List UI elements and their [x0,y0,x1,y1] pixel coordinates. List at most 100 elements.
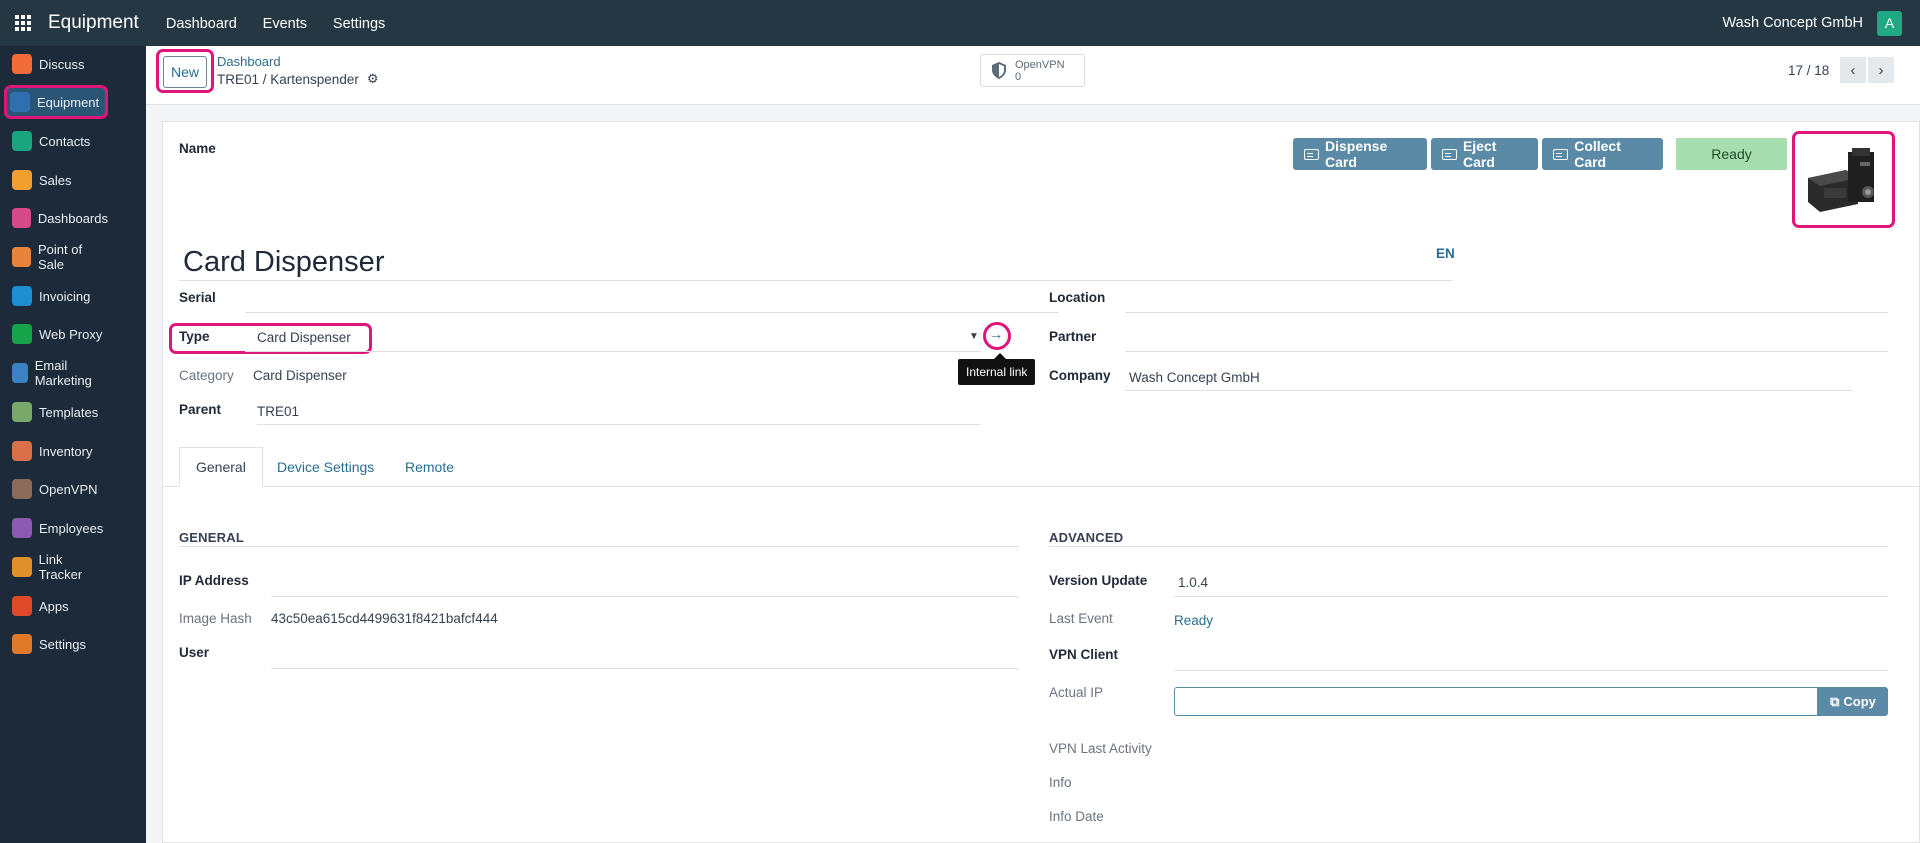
sidebar-item-label: Settings [39,636,86,652]
sidebar-item-settings[interactable]: Settings [6,629,108,659]
sidebar-item-inventory[interactable]: Inventory [6,436,108,466]
sidebar-item-label: Templates [39,404,99,420]
sidebar-item-label: Inventory [39,443,93,459]
apps-icon [12,596,32,616]
partner-label: Partner [1049,329,1097,344]
sidebar-item-point-of-sale[interactable]: Point of Sale [6,242,108,272]
company-switcher[interactable]: Wash Concept GmbH [1723,15,1863,31]
dropdown-caret-icon[interactable]: ▼ [969,331,979,342]
app-menu-icon[interactable] [0,0,46,46]
sidebar-item-equipment[interactable]: Equipment [4,85,108,119]
partner-field[interactable] [1125,351,1888,352]
sidebar-item-sales[interactable]: Sales [6,165,108,195]
ip-address-field[interactable] [271,596,1019,597]
settings-icon [12,634,32,654]
equipment-image[interactable] [1800,140,1887,220]
sidebar-item-label: Sales [39,172,72,188]
sidebar-item-apps[interactable]: Apps [6,591,108,621]
contacts-icon [12,131,32,151]
shield-icon [992,62,1006,79]
collect-card-button[interactable]: Collect Card [1542,138,1663,170]
pager-next-button[interactable]: › [1868,57,1894,83]
copy-button[interactable]: ⧉ Copy [1818,687,1888,716]
sidebar-item-web-proxy[interactable]: Web Proxy [6,319,108,349]
serial-field[interactable] [245,312,1059,313]
menu-settings[interactable]: Settings [333,16,385,32]
avatar[interactable]: A [1877,10,1902,36]
eject-card-button[interactable]: Eject Card [1431,138,1538,170]
gear-icon[interactable]: ⚙ [367,71,379,87]
parent-underline [257,424,980,425]
card-icon [1553,148,1569,160]
dispense-card-button[interactable]: Dispense Card [1293,138,1427,170]
tab-device-settings[interactable]: Device Settings [277,447,374,487]
sidebar-item-contacts[interactable]: Contacts [6,126,108,156]
pager-value[interactable]: 17 / 18 [1788,63,1829,78]
control-panel: New Dashboard TRE01 / Kartenspender ⚙ Op… [146,46,1920,105]
sidebar-item-employees[interactable]: Employees [6,513,108,543]
openvpn-smart-button[interactable]: OpenVPN 0 [980,54,1085,87]
chevron-right-icon: › [1878,61,1884,79]
tab-general[interactable]: General [179,447,263,487]
app-title[interactable]: Equipment [48,12,139,34]
new-button[interactable]: New [163,56,207,88]
web-proxy-icon [12,324,32,344]
location-label: Location [1049,290,1106,305]
point-of-sale-icon [12,247,31,267]
tab-remote[interactable]: Remote [405,447,454,487]
advanced-section-title: ADVANCED [1049,530,1124,545]
form-sheet: Name Dispense Card Eject Card Collect Ca… [162,121,1920,843]
menu-dashboard[interactable]: Dashboard [166,16,237,32]
sidebar-item-openvpn[interactable]: OpenVPN [6,474,108,504]
breadcrumb[interactable]: Dashboard [217,54,281,69]
employees-icon [12,518,32,538]
actual-ip-input[interactable] [1174,687,1818,716]
equipment-icon [10,92,30,112]
top-navbar: Equipment Dashboard Events Settings Wash… [0,0,1920,46]
sidebar-item-invoicing[interactable]: Invoicing [6,281,108,311]
sidebar-item-discuss[interactable]: Discuss [6,49,108,79]
dispense-card-label: Dispense Card [1325,138,1388,170]
record-title-text: TRE01 / Kartenspender [217,71,359,87]
sidebar-item-dashboards[interactable]: Dashboards [6,203,108,233]
internal-link-arrow-icon[interactable]: → [989,326,1003,342]
collect-card-label: Collect Card [1574,138,1621,170]
image-hash-value: 43c50ea615cd4499631f8421bafcf444 [271,611,498,626]
link-tracker-icon [12,557,32,577]
smart-button-count: 0 [1015,70,1022,83]
language-button[interactable]: EN [1436,246,1455,261]
sidebar: Discuss Equipment Contacts Sales Dashboards P… [0,46,146,843]
name-underline [179,280,1452,281]
parent-field[interactable]: TRE01 [257,404,299,419]
user-field[interactable] [271,668,1019,669]
menu-events[interactable]: Events [263,16,307,32]
card-dispenser-image [1800,140,1887,220]
user-label: User [179,645,210,660]
discuss-icon [12,54,32,74]
status-badge: Ready [1676,138,1787,170]
ip-address-label: IP Address [179,573,249,588]
sidebar-item-templates[interactable]: Templates [6,397,108,427]
pager-previous-button[interactable]: ‹ [1840,57,1866,83]
sidebar-item-label: Equipment [37,94,100,110]
last-event-value[interactable]: Ready [1174,613,1213,628]
general-section-title: GENERAL [179,530,244,545]
category-label: Category [179,368,234,383]
type-field[interactable]: Card Dispenser [257,330,351,345]
equipment-name[interactable]: Card Dispenser [183,246,384,279]
type-underline [245,351,980,352]
sidebar-item-label: Apps [39,598,69,614]
version-update-underline [1174,596,1888,597]
vpn-client-label: VPN Client [1049,647,1119,662]
sidebar-item-link-tracker[interactable]: Link Tracker [6,552,108,582]
version-update-field[interactable]: 1.0.4 [1178,575,1208,590]
smart-button-label: OpenVPN [1015,58,1065,71]
vpn-client-field[interactable] [1174,670,1888,671]
sidebar-item-email-marketing[interactable]: Email Marketing [6,358,108,388]
location-field[interactable] [1125,312,1888,313]
company-field[interactable]: Wash Concept GmbH [1129,370,1260,385]
category-value: Card Dispenser [253,368,347,383]
card-icon [1442,148,1457,160]
vpn-last-activity-label: VPN Last Activity [1049,741,1152,756]
record-title: TRE01 / Kartenspender ⚙ [217,71,379,87]
